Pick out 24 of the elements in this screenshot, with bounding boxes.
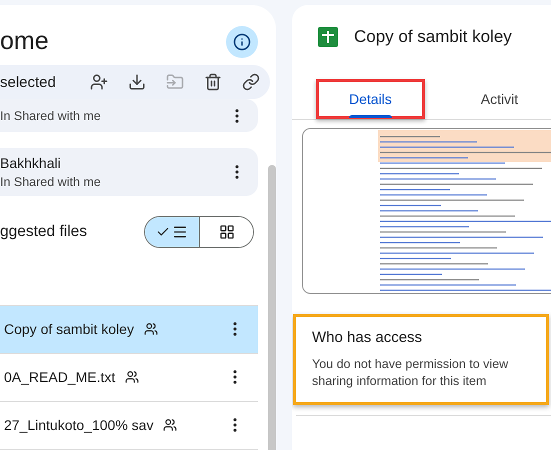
section-title: ggested files [0,222,88,241]
file-card[interactable]: In Shared with me [0,99,258,132]
view-toggle-button[interactable] [145,216,199,247]
info-button[interactable] [226,26,258,58]
spreadsheet-icon [318,27,338,47]
info-icon [233,32,251,51]
file-card[interactable]: Bakhkhali In Shared with me [0,148,258,196]
card-location: In Shared with me [0,174,101,189]
page-title: ome [0,27,49,56]
card-title: Bakhkhali [0,154,62,171]
access-message: You do not have permission to view sharing information for this item [312,356,510,390]
file-name: 0A_READ_ME.txt [4,369,140,386]
file-row[interactable]: Copy of sambit koley [0,306,258,354]
grid-icon [218,224,234,240]
selection-label: selected [0,74,56,90]
card-location: In Shared with me [0,108,101,123]
file-name: Copy of sambit koley [4,321,158,338]
view-toggle-button[interactable] [199,216,253,247]
file-name: 27_Lintukoto_100% sav [4,417,178,434]
list-icon [172,224,188,240]
file-title: Copy of sambit koley [354,27,512,47]
tab[interactable]: Details [316,79,425,119]
access-title: Who has access [312,329,424,346]
scrollbar[interactable] [268,165,276,450]
